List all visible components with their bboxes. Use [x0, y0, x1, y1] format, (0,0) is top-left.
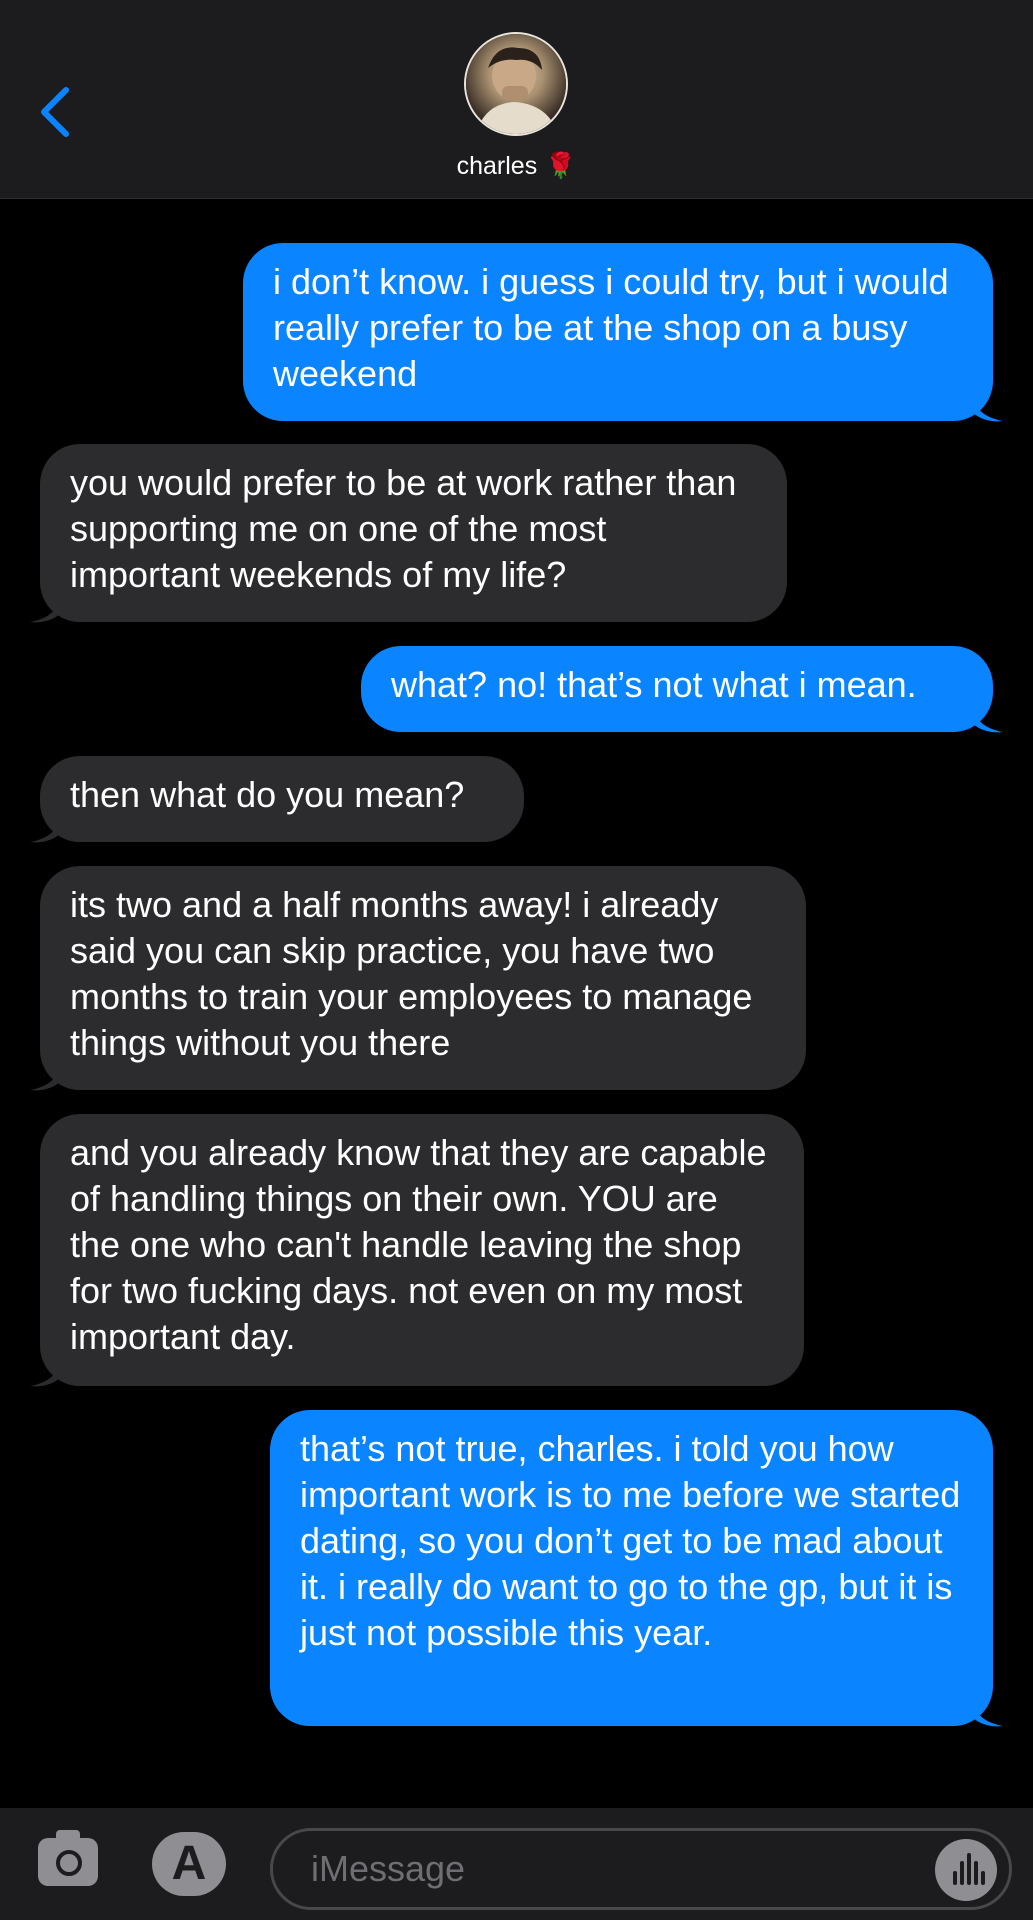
message-bubble-sent[interactable]: i don’t know. i guess i could try, but i…	[243, 243, 1003, 422]
bubble-tail	[30, 1364, 60, 1387]
message-text: what? no! that’s not what i mean.	[391, 664, 917, 705]
message-bubble-sent[interactable]: what? no! that’s not what i mean.	[361, 646, 1003, 733]
message-text: that’s not true, charles. i told you how…	[300, 1428, 961, 1653]
audio-waveform-icon[interactable]	[935, 1839, 997, 1901]
imessage-input[interactable]: iMessage	[270, 1828, 1012, 1910]
message-text: i don’t know. i guess i could try, but i…	[273, 261, 949, 394]
contact-name[interactable]: charles 🌹	[0, 150, 1033, 182]
bubble-tail	[30, 1068, 60, 1091]
contact-name-label: charles	[456, 152, 538, 180]
bubble-tail	[30, 820, 60, 843]
bubble-tail	[973, 710, 1003, 733]
app-store-icon[interactable]: A	[152, 1832, 226, 1896]
message-text: and you already know that they are capab…	[70, 1132, 767, 1357]
rose-emoji: 🌹	[545, 152, 577, 180]
message-composer: A iMessage	[0, 1808, 1033, 1920]
message-bubble-received[interactable]: you would prefer to be at work rather th…	[30, 444, 787, 623]
bubble-tail	[973, 399, 1003, 422]
message-text: its two and a half months away! i alread…	[70, 884, 753, 1063]
bubble-tail	[973, 1704, 1003, 1727]
conversation-header: charles 🌹	[0, 0, 1033, 199]
imessage-placeholder: iMessage	[311, 1848, 466, 1889]
message-bubble-received[interactable]: then what do you mean?	[30, 756, 524, 843]
bubble-tail	[30, 600, 60, 623]
message-text: you would prefer to be at work rather th…	[70, 462, 737, 595]
message-bubble-received[interactable]: its two and a half months away! i alread…	[30, 866, 806, 1091]
back-chevron-icon[interactable]	[36, 84, 76, 140]
message-bubble-received[interactable]: and you already know that they are capab…	[30, 1114, 804, 1387]
avatar[interactable]	[466, 34, 566, 134]
camera-icon[interactable]	[38, 1830, 98, 1886]
message-thread: i don’t know. i guess i could try, but i…	[0, 198, 1033, 1808]
message-bubble-sent[interactable]: that’s not true, charles. i told you how…	[270, 1410, 1003, 1727]
message-text: then what do you mean?	[70, 774, 465, 815]
